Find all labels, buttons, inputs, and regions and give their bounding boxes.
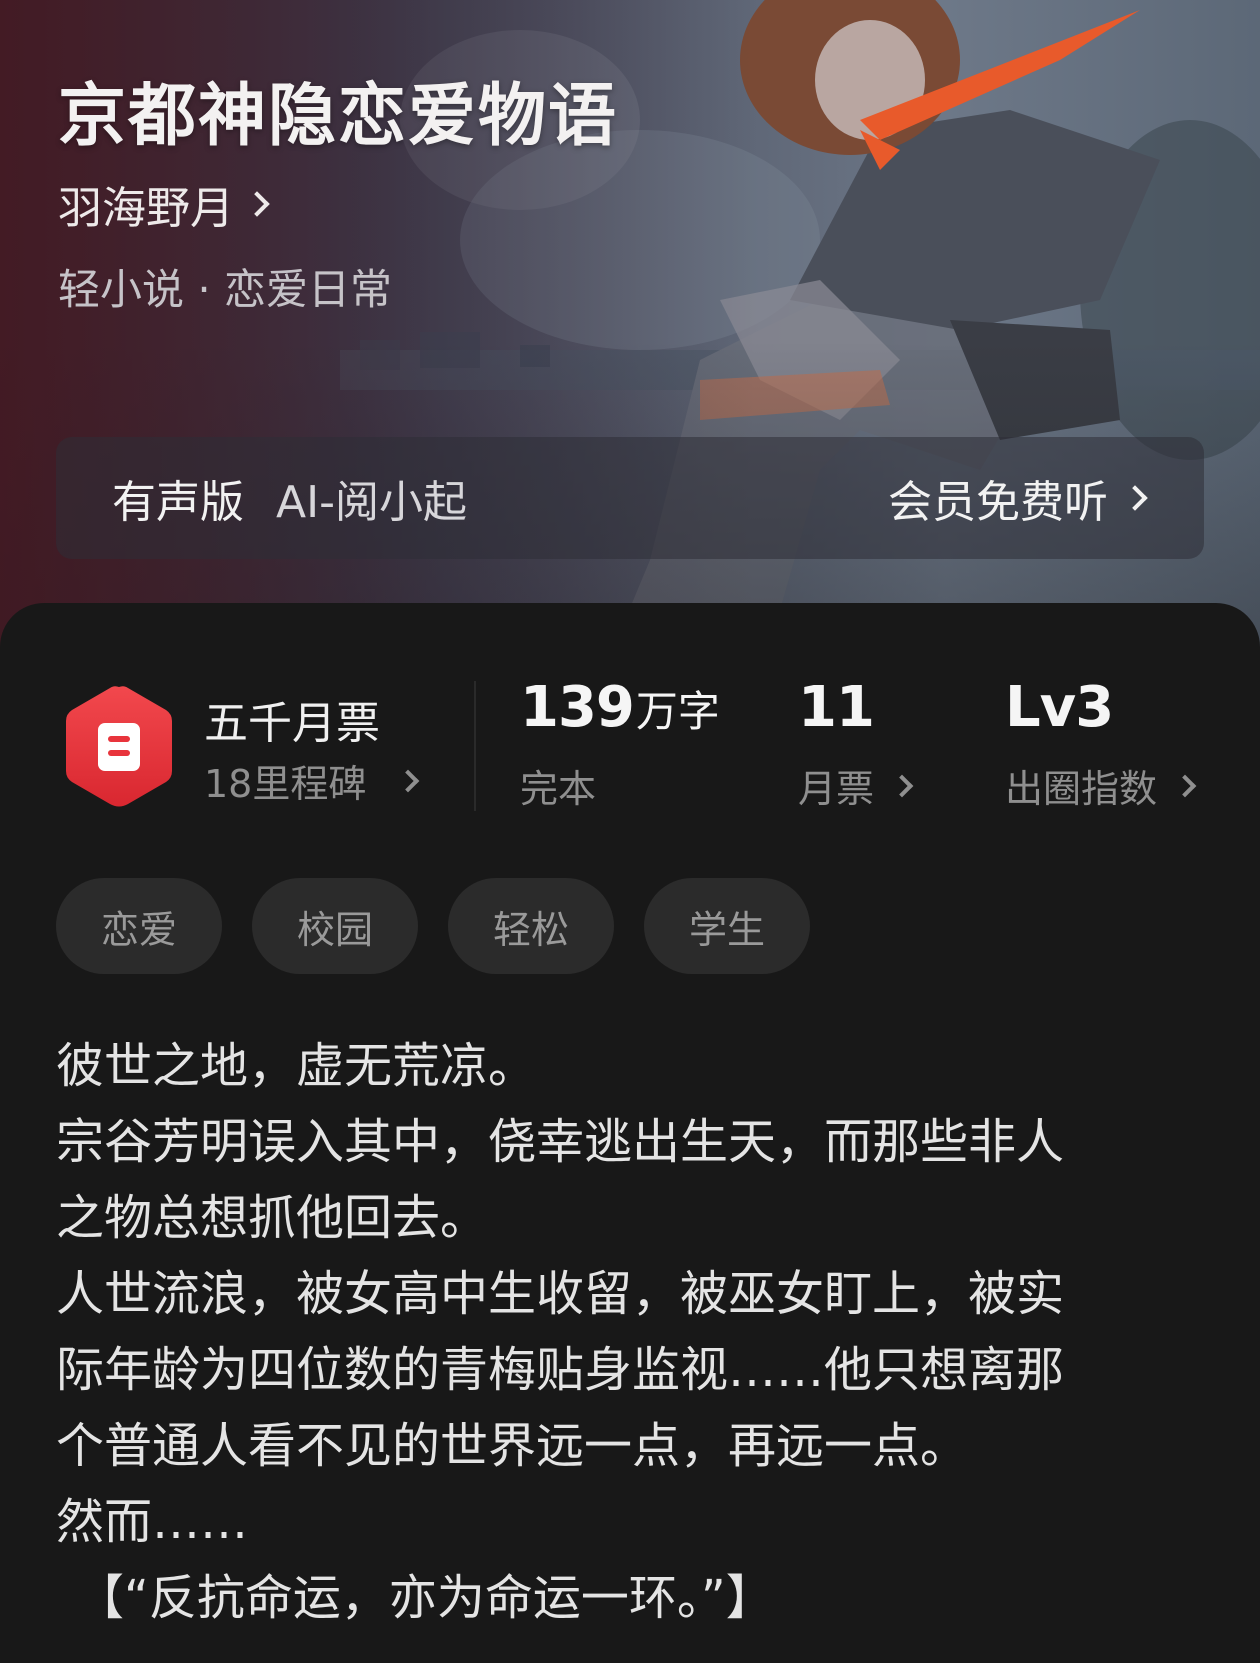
completion-status: 完本: [520, 767, 597, 811]
milestone-link[interactable]: 18里程碑: [204, 753, 420, 808]
synopsis-line: 人世流浪，被女高中生收留，被巫女盯上，被实: [56, 1266, 1065, 1322]
synopsis-line: 【“反抗命运，亦为命运一环。”】: [76, 1570, 774, 1626]
synopsis-line: 际年龄为四位数的青梅贴身监视……他只想离那: [56, 1342, 1065, 1398]
stats-row: 五千月票 18里程碑 139万字 完本 11 月票 Lv3 出圈指数: [0, 603, 1260, 823]
author-name: 羽海野月: [58, 183, 234, 234]
book-category: 轻小说 · 恋爱日常: [58, 265, 393, 314]
synopsis-line: 然而……: [56, 1494, 249, 1550]
chevron-right-icon: [244, 191, 270, 217]
milestone-title: 五千月票: [204, 698, 380, 749]
monthly-votes-label: 月票: [798, 767, 875, 811]
synopsis-line: 宗谷芳明误入其中，侥幸逃出生天，而那些非人: [56, 1114, 1065, 1170]
monthly-votes-value: 11: [798, 675, 875, 740]
member-free-listen-button[interactable]: 会员免费听: [888, 466, 1148, 530]
monthly-votes-stat[interactable]: 11 月票: [798, 675, 914, 813]
synopsis-line: 之物总想抓他回去。: [56, 1190, 489, 1246]
audio-version-label: 有声版: [112, 477, 244, 528]
chevron-right-icon: [890, 774, 914, 797]
author-link[interactable]: 羽海野月: [58, 172, 270, 236]
word-count-unit: 万字: [635, 687, 720, 736]
synopsis-line: 彼世之地，虚无荒凉。: [56, 1038, 537, 1094]
word-count-stat: 139万字 完本: [520, 675, 720, 813]
audio-narrator: AI-阅小起: [276, 477, 467, 528]
popularity-index-label: 出圈指数: [1005, 767, 1158, 811]
tag-chip[interactable]: 轻松: [448, 878, 614, 974]
book-title: 京都神隐恋爱物语: [58, 76, 619, 156]
word-count-value: 139: [520, 675, 635, 740]
book-synopsis[interactable]: 彼世之地，虚无荒凉。 宗谷芳明误入其中，侥幸逃出生天，而那些非人 之物总想抓他回…: [56, 1028, 1216, 1636]
stats-divider: [474, 681, 476, 811]
chevron-right-icon: [1122, 485, 1148, 511]
tag-list: 恋爱 校园 轻松 学生: [56, 878, 810, 974]
tag-chip[interactable]: 学生: [644, 878, 810, 974]
book-info-card: 五千月票 18里程碑 139万字 完本 11 月票 Lv3 出圈指数 恋爱 校园…: [0, 603, 1260, 1663]
synopsis-line: 个普通人看不见的世界远一点，再远一点。: [56, 1418, 969, 1474]
chevron-right-icon: [397, 769, 420, 792]
popularity-index-stat[interactable]: Lv3 出圈指数: [1005, 675, 1197, 813]
tag-chip[interactable]: 校园: [252, 878, 418, 974]
popularity-level-value: Lv3: [1005, 675, 1114, 740]
audio-version-bar[interactable]: 有声版 AI-阅小起 会员免费听: [56, 437, 1204, 559]
cover-hero: 京都神隐恋爱物语 羽海野月 轻小说 · 恋爱日常 有声版 AI-阅小起 会员免费…: [0, 0, 1260, 680]
tag-chip[interactable]: 恋爱: [56, 878, 222, 974]
member-free-listen-label: 会员免费听: [888, 477, 1108, 528]
milestone-count: 18里程碑: [204, 762, 367, 806]
milestone-badge-icon[interactable]: [62, 683, 176, 809]
chevron-right-icon: [1173, 774, 1197, 797]
